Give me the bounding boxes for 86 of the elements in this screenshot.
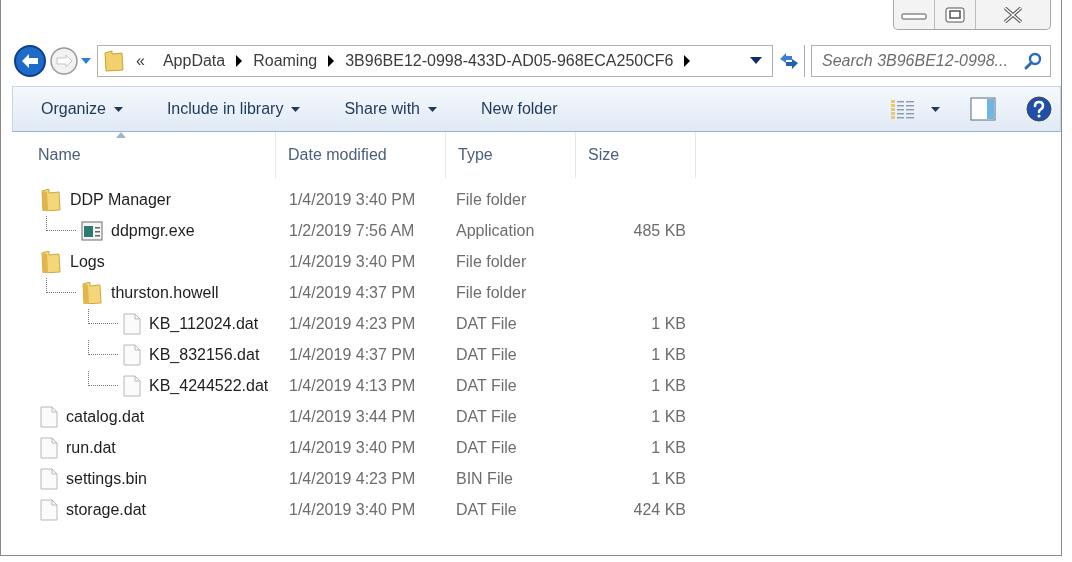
help-icon[interactable]: [1026, 96, 1052, 122]
overflow-chevron[interactable]: «: [132, 49, 153, 73]
file-name[interactable]: DDP Manager: [70, 187, 172, 212]
connector-line: [46, 277, 76, 293]
folder-icon: [104, 50, 124, 72]
size-cell: 485 KB: [633, 221, 686, 239]
file-name[interactable]: storage.dat: [66, 497, 147, 522]
date-cell: 1/4/2019 3:40 PM: [289, 438, 416, 456]
size-cell: 1 KB: [651, 314, 686, 332]
folder-icon: [40, 188, 62, 211]
type-cell: File folder: [456, 283, 527, 301]
column-header[interactable]: Size: [576, 132, 696, 178]
file-name[interactable]: thurston.howell: [111, 280, 219, 305]
size-cell: 1 KB: [651, 469, 686, 487]
file-icon: [40, 436, 58, 459]
date-cell: 1/4/2019 3:40 PM: [289, 500, 416, 518]
column-header[interactable]: Type: [446, 132, 576, 178]
size-cell: 1 KB: [651, 407, 686, 425]
date-cell: 1/4/2019 4:23 PM: [289, 469, 416, 487]
caret-icon[interactable]: [931, 106, 940, 112]
file-icon: [123, 343, 141, 366]
back-icon[interactable]: [13, 44, 47, 78]
column-header[interactable]: Date modified: [276, 132, 446, 178]
toolbar-button[interactable]: Organize: [29, 93, 135, 125]
type-cell: DAT File: [456, 376, 517, 394]
breadcrumb[interactable]: AppData: [152, 49, 236, 73]
address-bar[interactable]: « AppData Roaming 3B96BE12-0998-433D-AD05-968ECA250CF6: [97, 45, 805, 77]
file-icon: [40, 498, 58, 521]
connector-line: [88, 339, 118, 355]
date-cell: 1/4/2019 4:23 PM: [289, 314, 416, 332]
caret-icon: [291, 106, 301, 112]
folder-icon: [40, 250, 62, 273]
date-cell: 1/4/2019 4:13 PM: [289, 376, 416, 394]
type-cell: BIN File: [456, 469, 513, 487]
type-cell: Application: [456, 221, 535, 239]
caret-icon: [428, 106, 437, 112]
caret-icon: [113, 106, 123, 112]
file-name[interactable]: Logs: [70, 249, 105, 274]
date-cell: 1/4/2019 3:40 PM: [289, 252, 416, 270]
type-cell: DAT File: [456, 314, 517, 332]
sort-arrow-icon: [116, 132, 126, 138]
type-cell: File folder: [456, 252, 527, 270]
date-cell: 1/4/2019 3:40 PM: [289, 190, 416, 208]
size-cell: 1 KB: [651, 438, 686, 456]
file-name[interactable]: run.dat: [66, 435, 116, 460]
type-cell: DAT File: [456, 407, 517, 425]
arrow-icon[interactable]: [327, 55, 336, 67]
file-name[interactable]: settings.bin: [66, 466, 147, 491]
size-cell: 1 KB: [651, 376, 686, 394]
file-name[interactable]: catalog.dat: [66, 404, 145, 429]
file-name[interactable]: KB_832156.dat: [149, 342, 260, 367]
date-cell: 1/4/2019 3:44 PM: [289, 407, 416, 425]
type-cell: DAT File: [456, 345, 517, 363]
date-cell: 1/4/2019 4:37 PM: [289, 283, 416, 301]
toolbar-button[interactable]: Include in library: [154, 93, 313, 125]
search-icon[interactable]: [1023, 51, 1043, 71]
file-icon: [123, 312, 141, 335]
search-field[interactable]: Search 3B96BE12-0998...: [811, 45, 1051, 77]
connector-line: [88, 370, 118, 386]
file-name[interactable]: ddpmgr.exe: [111, 218, 195, 243]
file-name[interactable]: KB_112024.dat: [149, 311, 259, 336]
arrow-icon[interactable]: [683, 55, 692, 67]
file-icon: [123, 374, 141, 397]
arrow-icon[interactable]: [235, 55, 244, 67]
connector-line: [88, 308, 118, 324]
type-cell: File folder: [456, 190, 527, 208]
file-name[interactable]: KB_4244522.dat: [149, 373, 269, 398]
close-icon: [1003, 6, 1023, 23]
view-list-icon[interactable]: [891, 99, 915, 119]
file-icon: [40, 467, 58, 490]
folder-icon: [81, 281, 103, 304]
date-cell: 1/2/2019 7:56 AM: [289, 221, 415, 239]
size-cell: 1 KB: [651, 345, 686, 363]
toolbar-button[interactable]: Share with: [332, 93, 449, 125]
size-cell: 424 KB: [633, 500, 686, 518]
type-cell: DAT File: [456, 438, 517, 456]
connector-line: [46, 215, 76, 231]
breadcrumb[interactable]: 3B96BE12-0998-433D-AD05-968ECA250CF6: [335, 49, 684, 73]
type-cell: DAT File: [456, 500, 517, 518]
date-cell: 1/4/2019 4:37 PM: [289, 345, 416, 363]
application-icon: [81, 220, 103, 241]
file-icon: [40, 405, 58, 428]
breadcrumb[interactable]: Roaming: [243, 49, 328, 73]
toolbar-button[interactable]: New folder: [469, 93, 570, 125]
dropdown-icon[interactable]: [750, 57, 762, 65]
maximize-icon: [945, 6, 965, 23]
